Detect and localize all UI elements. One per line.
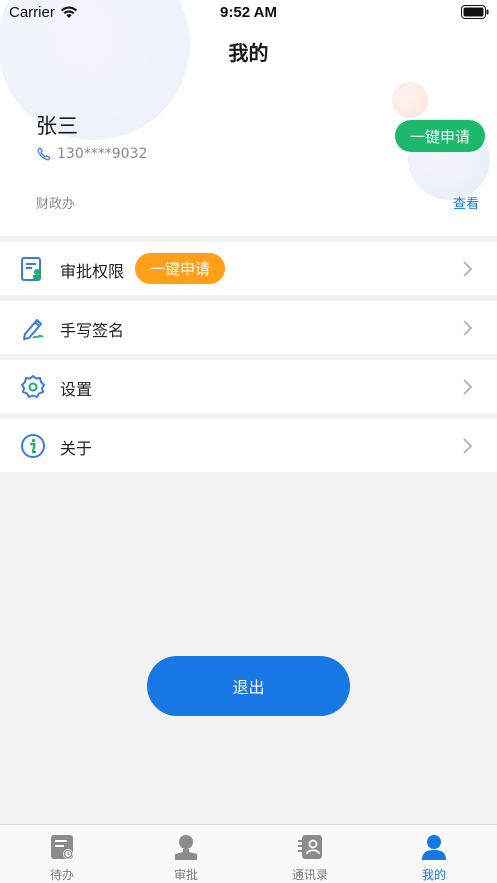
tab-label: 待办 — [49, 868, 74, 882]
tab-mine[interactable]: 我的 — [372, 825, 496, 883]
chevron-right-icon — [463, 261, 473, 277]
menu-item-approval-permission[interactable]: 审批权限 一键申请 — [0, 242, 497, 295]
todo-icon — [51, 835, 73, 859]
one-click-apply-button[interactable]: 一键申请 — [395, 120, 485, 152]
tab-contacts[interactable]: 通讯录 — [248, 825, 372, 883]
tab-label: 通讯录 — [291, 868, 328, 882]
contacts-icon — [298, 835, 322, 859]
menu-label: 手写签名 — [60, 321, 125, 340]
menu-item-settings[interactable]: 设置 — [0, 360, 497, 413]
chevron-right-icon — [463, 438, 473, 454]
gear-icon — [21, 375, 45, 398]
approval-apply-button[interactable]: 一键申请 — [135, 253, 225, 284]
phone-icon — [37, 147, 51, 161]
menu-label: 设置 — [60, 380, 93, 399]
menu-item-handwritten-signature[interactable]: 手写签名 — [0, 301, 497, 354]
user-name: 张三 — [36, 114, 78, 138]
user-icon — [422, 835, 446, 860]
tab-approval[interactable]: 审批 — [124, 825, 248, 883]
menu-item-about[interactable]: 关于 — [0, 419, 497, 472]
chevron-right-icon — [463, 320, 473, 336]
tab-label: 审批 — [173, 868, 198, 882]
view-link[interactable]: 查看 — [453, 193, 479, 212]
person-icon — [175, 835, 197, 860]
logout-button[interactable]: 退出 — [147, 656, 350, 716]
info-icon — [21, 434, 45, 458]
profile-header: Carrier 9:52 AM 我的 张三 130****9032 财政办 查看… — [0, 0, 497, 236]
approval-permission-icon — [21, 257, 41, 281]
page-title: 我的 — [228, 41, 269, 65]
phone-number: 130****9032 — [57, 146, 148, 162]
tab-label: 我的 — [421, 868, 446, 882]
pen-icon — [23, 319, 44, 340]
menu-label: 关于 — [60, 439, 93, 458]
tab-todo[interactable]: 待办 — [0, 825, 124, 883]
decorative-circle — [392, 82, 428, 118]
menu-label: 审批权限 — [60, 262, 125, 281]
status-bar: Carrier 9:52 AM — [0, 0, 497, 26]
tab-bar: 待办 审批 通讯录 我的 — [0, 824, 497, 883]
chevron-right-icon — [463, 379, 473, 395]
battery-icon — [461, 5, 489, 19]
status-time: 9:52 AM — [220, 4, 277, 21]
department-label: 财政办 — [36, 197, 76, 212]
